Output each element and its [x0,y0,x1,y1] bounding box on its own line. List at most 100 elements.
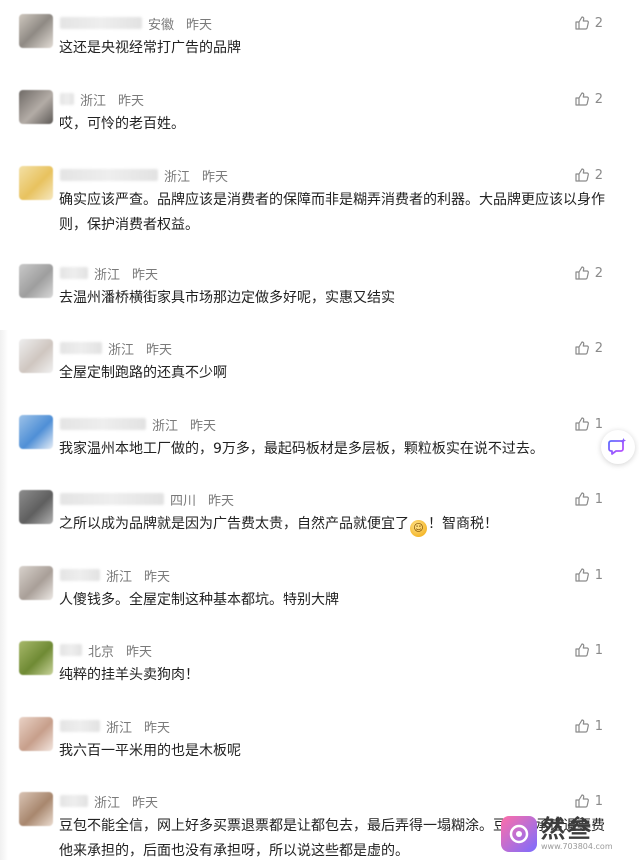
avatar[interactable] [19,717,53,751]
like-count: 2 [594,91,603,107]
comment-text: 我六百一平米用的也是木板呢 [59,743,241,759]
like-button[interactable]: 2 [574,14,603,32]
username-blurred[interactable] [60,569,100,581]
thumbs-up-icon [575,266,589,280]
like-count: 1 [594,567,603,583]
comment-text: 之所以成为品牌就是因为广告费太贵，自然产品就便宜了 ☺ ！智商税！ [59,512,607,537]
comment-text: 去温州潘桥横街家具市场那边定做多好呢，实惠又结实 [59,290,395,306]
location: 浙江 [164,169,191,185]
avatar[interactable] [19,166,53,200]
like-count: 1 [594,642,603,658]
comment-meta: 北京 昨天 [60,641,153,660]
comment-text: 全屋定制跑路的还真不少啊 [59,365,227,381]
comment-meta: 浙江 昨天 [60,566,171,585]
watermark-url: www.703804.com [541,842,613,851]
avatar[interactable] [19,566,53,600]
like-button[interactable]: 1 [574,415,603,433]
location: 浙江 [94,795,121,811]
ai-assistant-button[interactable] [601,430,635,464]
like-count: 1 [594,416,603,432]
comment-meta: 浙江 昨天 [60,339,172,358]
like-count: 2 [594,15,603,31]
comment-text: 确实应该严查。品牌应该是消费者的保障而非是糊弄消费者的利器。大品牌更应该以身作则… [59,192,605,233]
timestamp: 昨天 [186,17,213,33]
comment-text: 纯粹的挂羊头卖狗肉！ [59,667,199,683]
location: 浙江 [80,93,107,109]
thumbs-up-icon [575,492,589,506]
avatar[interactable] [19,264,53,298]
avatar[interactable] [19,490,53,524]
comment-text-before: 之所以成为品牌就是因为广告费太贵，自然产品就便宜了 [59,516,409,532]
timestamp: 昨天 [202,169,229,185]
thumbs-up-icon [575,568,589,582]
location: 浙江 [106,569,133,585]
thumbs-up-icon [575,341,589,355]
comment-meta: 浙江 昨天 [60,415,217,434]
comment-meta: 浙江 昨天 [60,90,145,109]
comment-text: 我家温州本地工厂做的，9万多，最起码板材是多层板，颗粒板实在说不过去。 [59,441,544,457]
avatar[interactable] [19,641,53,675]
username-blurred[interactable] [60,169,158,181]
avatar[interactable] [19,415,53,449]
like-button[interactable]: 1 [574,641,603,659]
comment-text: 这还是央视经常打广告的品牌 [59,40,241,56]
like-button[interactable]: 2 [574,264,603,282]
location: 浙江 [108,342,135,358]
like-button[interactable]: 1 [574,566,603,584]
username-blurred[interactable] [60,93,74,105]
watermark-title: 然叁 [541,815,593,843]
thumbs-up-icon [575,719,589,733]
location: 浙江 [106,720,133,736]
location: 浙江 [94,267,121,283]
timestamp: 昨天 [190,418,217,434]
username-blurred[interactable] [60,267,88,279]
comment-meta: 浙江 昨天 [60,166,229,185]
like-count: 2 [594,167,603,183]
like-button[interactable]: 1 [574,792,603,810]
comment-meta: 浙江 昨天 [60,264,159,283]
like-button[interactable]: 2 [574,166,603,184]
like-count: 1 [594,718,603,734]
username-blurred[interactable] [60,644,82,656]
like-button[interactable]: 2 [574,90,603,108]
timestamp: 昨天 [126,644,153,660]
comment-text: 人傻钱多。全屋定制这种基本都坑。特别大牌 [59,592,339,608]
timestamp: 昨天 [132,795,159,811]
username-blurred[interactable] [60,418,146,430]
like-count: 1 [594,491,603,507]
username-blurred[interactable] [60,720,100,732]
avatar[interactable] [19,339,53,373]
left-edge-shadow [0,330,8,860]
username-blurred[interactable] [60,795,88,807]
sparkle-chat-icon [608,438,627,455]
comment-meta: 浙江 昨天 [60,717,171,736]
like-button[interactable]: 2 [574,339,603,357]
like-count: 1 [594,793,603,809]
location: 四川 [170,493,197,509]
avatar[interactable] [19,792,53,826]
like-button[interactable]: 1 [574,717,603,735]
timestamp: 昨天 [144,720,171,736]
comment-meta: 浙江 昨天 [60,792,159,811]
watermark-logo [501,816,537,852]
timestamp: 昨天 [118,93,145,109]
comment-text: 哎，可怜的老百姓。 [59,116,185,132]
username-blurred[interactable] [60,493,164,505]
thumbs-up-icon [575,92,589,106]
timestamp: 昨天 [144,569,171,585]
comment-text-after: ！智商税！ [428,516,498,532]
like-count: 2 [594,265,603,281]
thumbs-up-icon [575,794,589,808]
comment-meta: 四川 昨天 [60,490,234,509]
site-watermark: 然叁 www.703804.com [501,809,637,859]
username-blurred[interactable] [60,17,142,29]
avatar[interactable] [19,14,53,48]
timestamp: 昨天 [132,267,159,283]
username-blurred[interactable] [60,342,102,354]
location: 北京 [88,644,115,660]
like-button[interactable]: 1 [574,490,603,508]
watermark-logo-icon [509,824,529,844]
like-count: 2 [594,340,603,356]
avatar[interactable] [19,90,53,124]
thumbs-up-icon [575,168,589,182]
